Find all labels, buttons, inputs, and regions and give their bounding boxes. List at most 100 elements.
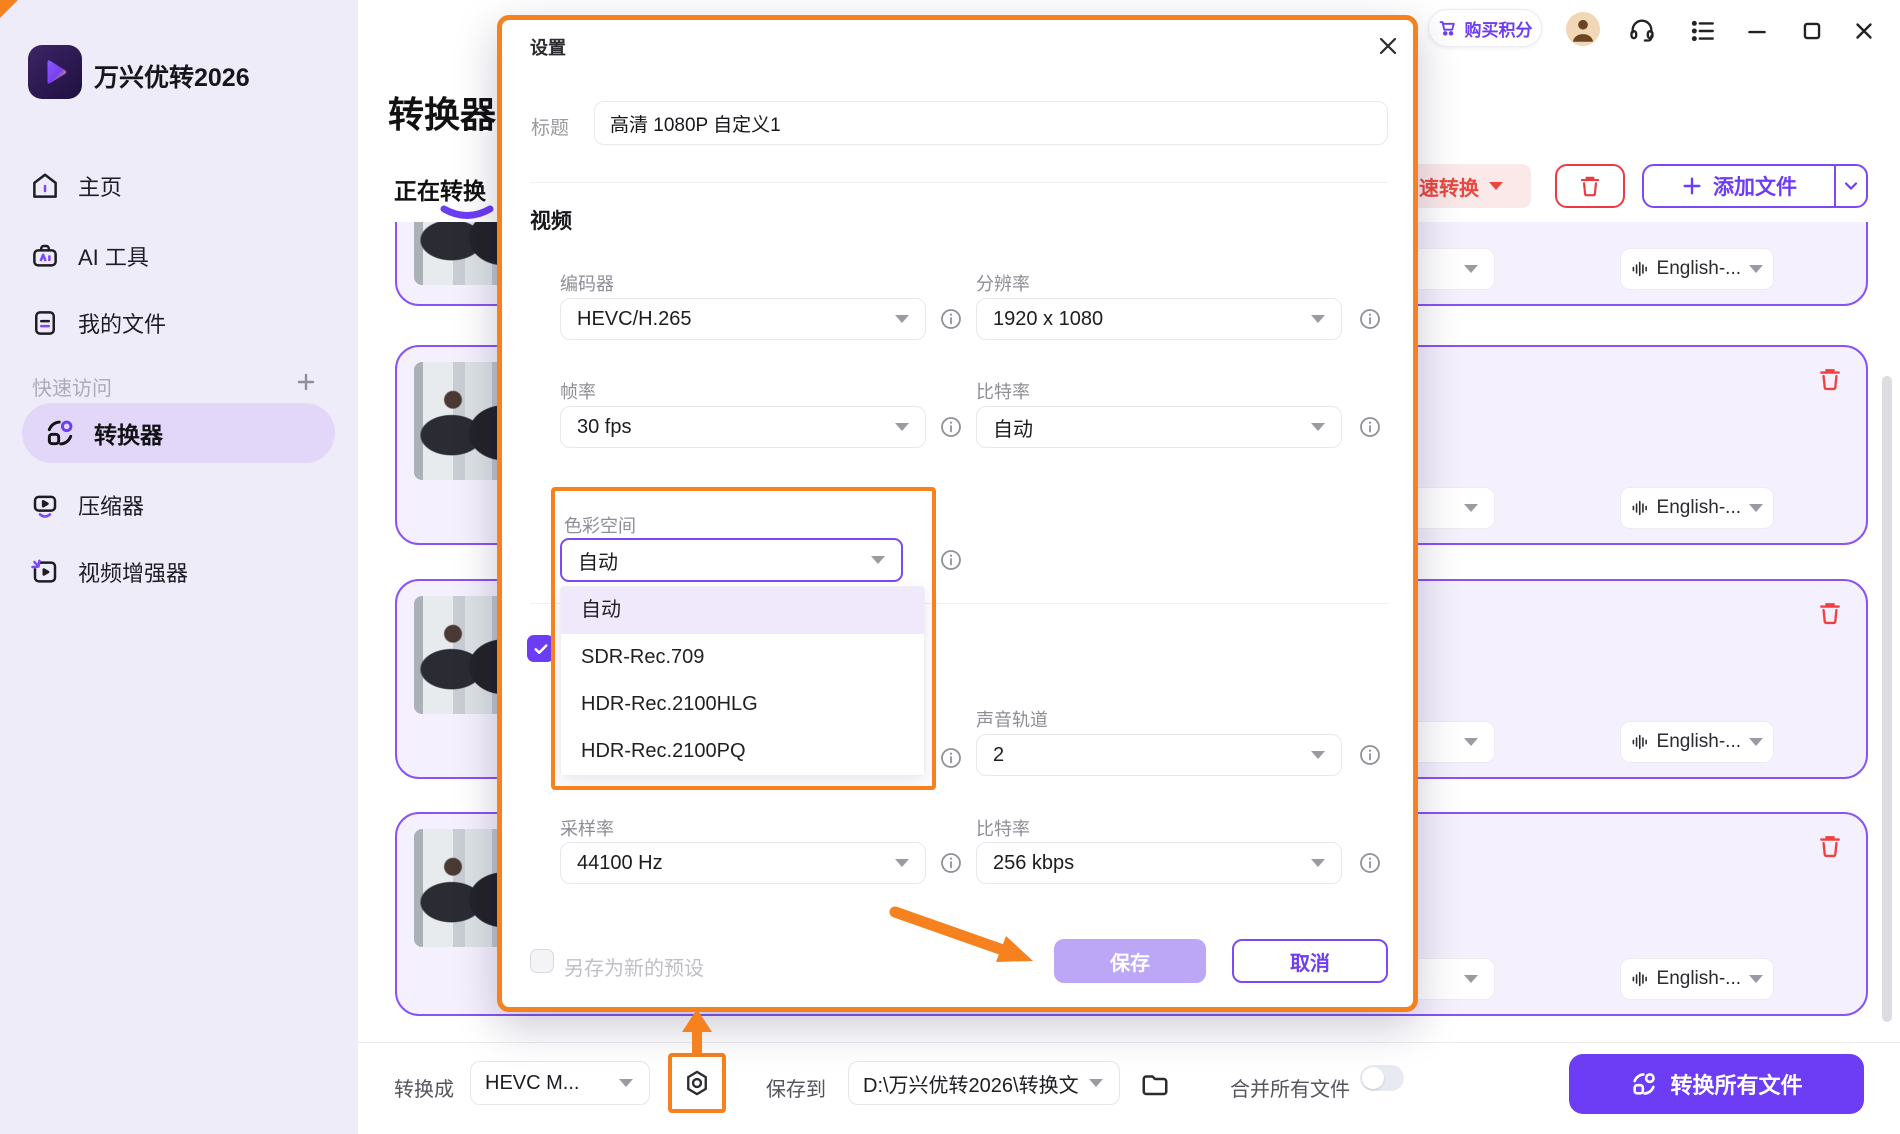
app-window: { "app": { "name": "万兴优转2026" }, "titleb… bbox=[0, 0, 1900, 1134]
sidebar-item-video-enhancer[interactable]: 视频增强器 bbox=[30, 548, 330, 596]
resolution-dropdown[interactable]: 1920 x 1080 bbox=[976, 298, 1342, 340]
app-logo bbox=[28, 45, 82, 99]
buy-credits-button[interactable]: 购买积分 bbox=[1428, 9, 1542, 47]
info-icon bbox=[939, 746, 963, 770]
minimize-button[interactable] bbox=[1744, 18, 1770, 44]
waveform-icon bbox=[1631, 497, 1649, 519]
framerate-info-button[interactable] bbox=[939, 415, 963, 439]
colorspace-option[interactable]: HDR-Rec.2100PQ bbox=[561, 728, 924, 775]
cancel-button[interactable]: 取消 bbox=[1232, 939, 1388, 983]
sidebar-item-home[interactable]: 主页 bbox=[30, 162, 330, 210]
delete-file-button[interactable] bbox=[1816, 832, 1844, 860]
open-folder-button[interactable] bbox=[1140, 1069, 1170, 1099]
plus-icon bbox=[294, 370, 318, 394]
gear-icon bbox=[683, 1069, 711, 1097]
sidebar-item-converter[interactable]: 转换器 bbox=[22, 403, 335, 463]
chevron-down-icon bbox=[1089, 1079, 1103, 1087]
waveform-icon bbox=[1631, 968, 1649, 990]
person-icon bbox=[1566, 12, 1600, 46]
audio-track-dropdown[interactable]: English-... bbox=[1620, 248, 1774, 290]
colorspace-option[interactable]: SDR-Rec.709 bbox=[561, 634, 924, 681]
encoder-label: 编码器 bbox=[560, 270, 614, 296]
output-format-value: HEVC M... bbox=[485, 1072, 579, 1095]
user-avatar[interactable] bbox=[1566, 12, 1600, 46]
sidebar-item-my-files[interactable]: 我的文件 bbox=[30, 299, 330, 347]
chevron-down-icon bbox=[1311, 423, 1325, 431]
resolution-label: 分辨率 bbox=[976, 270, 1030, 296]
sidebar-item-label: AI 工具 bbox=[78, 240, 149, 272]
tab-converting[interactable]: 正在转换 bbox=[394, 172, 486, 206]
audio-track-dropdown[interactable]: English-... bbox=[1620, 721, 1774, 763]
colorspace-option[interactable]: HDR-Rec.2100HLG bbox=[561, 681, 924, 728]
trash-icon bbox=[1816, 832, 1844, 860]
sidebar-item-label: 主页 bbox=[78, 170, 122, 202]
buy-credits-label: 购买积分 bbox=[1465, 16, 1533, 41]
save-to-label: 保存到 bbox=[766, 1073, 826, 1102]
close-window-button[interactable] bbox=[1851, 18, 1877, 44]
audio-track-value: English-... bbox=[1657, 731, 1741, 753]
save-button[interactable]: 保存 bbox=[1054, 939, 1206, 983]
audio-bitrate-dropdown[interactable]: 256 kbps bbox=[976, 842, 1342, 884]
add-files-label: 添加文件 bbox=[1713, 171, 1797, 201]
samplerate-dropdown[interactable]: 44100 Hz bbox=[560, 842, 926, 884]
audio-track-dropdown[interactable]: 2 bbox=[976, 734, 1342, 776]
add-files-main[interactable]: 添加文件 bbox=[1644, 166, 1834, 206]
audio-bitrate-info-button[interactable] bbox=[1358, 851, 1382, 875]
chevron-down-icon bbox=[895, 859, 909, 867]
active-tab-underline bbox=[438, 204, 496, 224]
files-icon bbox=[30, 308, 60, 338]
scrollbar[interactable] bbox=[1882, 376, 1892, 1022]
gear-annotation-arrow bbox=[675, 1008, 719, 1054]
colorspace-info-button[interactable] bbox=[939, 548, 963, 572]
audio-section-checkbox[interactable] bbox=[527, 635, 554, 662]
audio-encoder-info-button[interactable] bbox=[939, 746, 963, 770]
sidebar-item-ai-tools[interactable]: AI 工具 bbox=[30, 232, 330, 280]
add-files-button[interactable]: 添加文件 bbox=[1642, 164, 1868, 208]
save-as-preset-checkbox[interactable] bbox=[530, 949, 554, 973]
delete-file-button[interactable] bbox=[1816, 365, 1844, 393]
settings-gear-button[interactable] bbox=[683, 1069, 711, 1097]
trash-icon bbox=[1816, 599, 1844, 627]
merge-all-toggle[interactable] bbox=[1360, 1065, 1404, 1091]
chevron-down-icon bbox=[1841, 176, 1861, 196]
audio-track-value: English-... bbox=[1657, 497, 1741, 519]
maximize-button[interactable] bbox=[1799, 18, 1825, 44]
delete-all-button[interactable] bbox=[1555, 164, 1625, 208]
chevron-down-icon bbox=[1464, 504, 1478, 512]
chevron-down-icon bbox=[1464, 975, 1478, 983]
colorspace-option[interactable]: 自动 bbox=[561, 587, 924, 634]
resolution-info-button[interactable] bbox=[1358, 307, 1382, 331]
audio-track-dropdown[interactable]: English-... bbox=[1620, 958, 1774, 1000]
delete-file-button[interactable] bbox=[1816, 599, 1844, 627]
audio-track-info-button[interactable] bbox=[1358, 743, 1382, 767]
support-button[interactable] bbox=[1628, 16, 1656, 44]
chevron-down-icon bbox=[1749, 504, 1763, 512]
video-bitrate-dropdown[interactable]: 自动 bbox=[976, 406, 1342, 448]
add-files-more-button[interactable] bbox=[1836, 166, 1866, 206]
audio-track-dropdown[interactable]: English-... bbox=[1620, 487, 1774, 529]
video-bitrate-info-button[interactable] bbox=[1358, 415, 1382, 439]
video-bitrate-value: 自动 bbox=[993, 413, 1033, 442]
chevron-down-icon bbox=[871, 556, 885, 564]
sidebar: 万兴优转2026 主页 AI 工具 我的文件 快速访问 bbox=[0, 0, 358, 1134]
samplerate-info-button[interactable] bbox=[939, 851, 963, 875]
colorspace-dropdown[interactable]: 自动 bbox=[560, 538, 903, 582]
task-list-button[interactable] bbox=[1690, 18, 1716, 44]
maximize-icon bbox=[1799, 18, 1825, 44]
audio-track-label: 声音轨道 bbox=[976, 706, 1048, 732]
framerate-dropdown[interactable]: 30 fps bbox=[560, 406, 926, 448]
convert-all-button[interactable]: 转换所有文件 bbox=[1569, 1054, 1864, 1114]
sidebar-item-compressor[interactable]: 压缩器 bbox=[30, 481, 330, 529]
folder-icon bbox=[1140, 1069, 1170, 1099]
info-icon bbox=[939, 851, 963, 875]
quick-access-add-button[interactable] bbox=[294, 370, 318, 394]
sidebar-item-label: 压缩器 bbox=[78, 489, 144, 521]
dialog-close-button[interactable] bbox=[1376, 34, 1400, 58]
output-format-dropdown[interactable]: HEVC M... bbox=[470, 1061, 650, 1105]
output-path-dropdown[interactable]: D:\万兴优转2026\转换文 bbox=[848, 1061, 1120, 1105]
preset-name-input[interactable]: 高清 1080P 自定义1 bbox=[594, 101, 1388, 145]
encoder-info-button[interactable] bbox=[939, 307, 963, 331]
divider bbox=[530, 182, 1388, 183]
encoder-dropdown[interactable]: HEVC/H.265 bbox=[560, 298, 926, 340]
sidebar-item-label: 转换器 bbox=[94, 416, 163, 450]
